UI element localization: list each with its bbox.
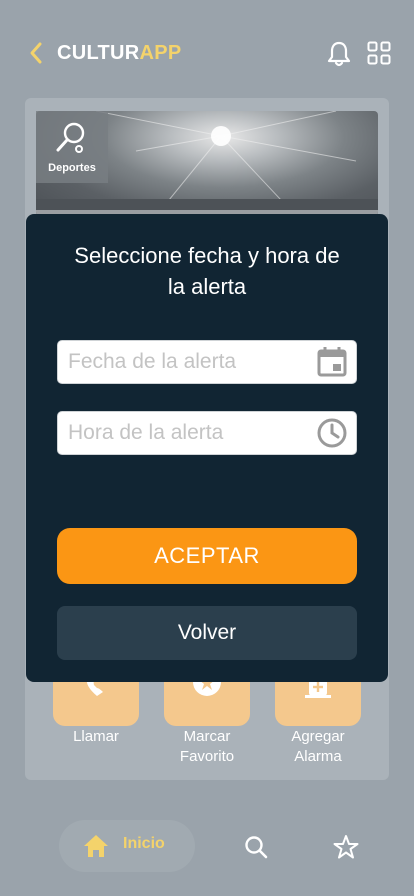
- star-icon[interactable]: [333, 834, 359, 860]
- accept-button[interactable]: ACEPTAR: [57, 528, 357, 584]
- alert-time-input[interactable]: [68, 412, 308, 454]
- nav-home-label: Inicio: [123, 835, 165, 852]
- calendar-icon[interactable]: [316, 346, 348, 378]
- home-icon: [84, 835, 108, 857]
- bell-icon[interactable]: [326, 40, 352, 68]
- app-logo: CULTURAPP: [57, 40, 182, 66]
- brand-part-2: APP: [139, 42, 182, 64]
- search-icon[interactable]: [244, 835, 268, 859]
- dialog-title: Seleccione fecha y hora de la alerta: [74, 243, 340, 299]
- alert-date-input[interactable]: [68, 341, 308, 383]
- alert-time-field[interactable]: [57, 411, 357, 455]
- alert-datetime-dialog: Seleccione fecha y hora de la alerta ACE…: [26, 214, 388, 682]
- nav-home[interactable]: Inicio: [59, 820, 195, 872]
- category-label: Deportes: [48, 162, 96, 174]
- add-alarm-label: Agregar Alarma: [291, 728, 345, 765]
- racket-icon: [56, 122, 85, 153]
- chevron-left-icon[interactable]: [26, 40, 48, 66]
- category-tile: Deportes: [36, 111, 108, 183]
- call-label: Llamar: [73, 728, 119, 745]
- grid-icon[interactable]: [367, 41, 391, 65]
- app-header: CULTURAPP: [0, 0, 414, 106]
- back-button[interactable]: Volver: [57, 606, 357, 660]
- favorite-label: Marcar Favorito: [179, 728, 235, 765]
- clock-icon[interactable]: [316, 417, 348, 449]
- brand-part-1: CULTUR: [57, 42, 140, 64]
- bottom-nav: Inicio: [0, 796, 414, 896]
- alert-date-field[interactable]: [57, 340, 357, 384]
